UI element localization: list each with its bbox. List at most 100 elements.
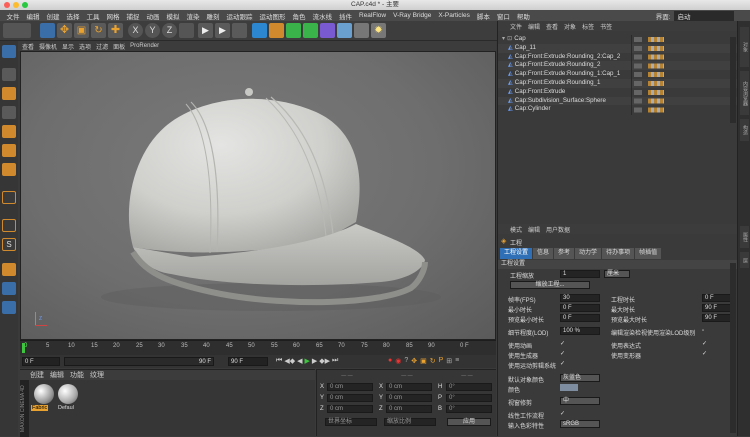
edges-mode-icon[interactable] bbox=[2, 144, 16, 157]
lod-field[interactable]: 100 % bbox=[560, 327, 600, 335]
prev-frame-icon[interactable]: ◀ bbox=[297, 357, 302, 365]
coord-size-field[interactable]: 0 cm bbox=[386, 383, 432, 391]
viewport-menu-filter[interactable]: 过滤 bbox=[96, 42, 108, 51]
coord-size-field[interactable]: 0 cm bbox=[386, 405, 432, 413]
coord-mode-select[interactable]: 世界坐标 bbox=[325, 418, 377, 426]
tweak-mode-icon[interactable] bbox=[2, 219, 16, 232]
render-settings-icon[interactable] bbox=[232, 23, 247, 38]
tab-project-settings[interactable]: 工程设置 bbox=[500, 248, 533, 259]
menu-edit[interactable]: 编辑 bbox=[23, 11, 43, 21]
camera-icon[interactable] bbox=[354, 23, 369, 38]
layout-select[interactable]: 启动 bbox=[674, 10, 734, 21]
next-frame-icon[interactable]: ▶ bbox=[312, 357, 317, 365]
coordinate-system-icon[interactable] bbox=[179, 23, 194, 38]
object-row[interactable]: ◭ Cap:Front:Extrude bbox=[498, 88, 738, 97]
menu-animate[interactable]: 动画 bbox=[143, 11, 163, 21]
position-key-icon[interactable]: ✥ bbox=[411, 357, 417, 365]
preview-min-field[interactable]: 0 F bbox=[560, 314, 600, 322]
menu-script[interactable]: 脚本 bbox=[473, 11, 493, 21]
menu-render[interactable]: 渲染 bbox=[183, 11, 203, 21]
recent-tools-icon[interactable]: ✚ bbox=[108, 23, 123, 38]
autokey-icon[interactable]: ◉ bbox=[395, 357, 401, 365]
play-icon[interactable]: ▶ bbox=[304, 357, 309, 365]
menu-plugins[interactable]: 插件 bbox=[336, 11, 356, 21]
edge-tab-attributes[interactable]: 属性 bbox=[740, 226, 749, 248]
object-row[interactable]: ◭ Cap:Cylinder bbox=[498, 105, 738, 114]
menu-create[interactable]: 创建 bbox=[43, 11, 63, 21]
z-axis-lock-icon[interactable]: Z bbox=[162, 23, 177, 38]
close-window-button[interactable] bbox=[4, 2, 10, 8]
frame-range-slider[interactable]: 90 F bbox=[64, 357, 214, 366]
deformer-icon[interactable] bbox=[320, 23, 335, 38]
pen-icon[interactable] bbox=[269, 23, 284, 38]
max-time-field[interactable]: 90 F bbox=[702, 304, 732, 312]
material-menu-create[interactable]: 创建 bbox=[30, 370, 44, 380]
object-row[interactable]: ◭ Cap:Front:Extrude:Rounding_2:Cap_2 bbox=[498, 53, 738, 62]
object-row[interactable]: ◭ Cap:Subdivision_Surface:Sphere bbox=[498, 96, 738, 106]
viewport-menu-cameras[interactable]: 摄像机 bbox=[39, 42, 57, 51]
object-menu-file[interactable]: 文件 bbox=[510, 22, 522, 31]
scale-icon[interactable]: ▣ bbox=[74, 23, 89, 38]
attr-menu-userdata[interactable]: 用户数据 bbox=[546, 225, 570, 234]
edge-tab-structure[interactable]: 构造 bbox=[740, 119, 749, 141]
viewport[interactable]: Z bbox=[20, 51, 496, 340]
param-key-icon[interactable]: P bbox=[439, 357, 444, 365]
edge-tab-layers[interactable]: 层 bbox=[740, 252, 749, 268]
keyframe-selection-icon[interactable]: ? bbox=[404, 357, 408, 365]
use-animation-checkbox[interactable]: ✓ bbox=[560, 341, 566, 347]
menu-select[interactable]: 选择 bbox=[63, 11, 83, 21]
material-tags[interactable] bbox=[648, 37, 664, 113]
menu-motion-tracking[interactable]: 运动跟踪 bbox=[223, 11, 256, 21]
project-scale-field[interactable]: 1 bbox=[560, 270, 600, 278]
menu-help[interactable]: 帮助 bbox=[513, 11, 533, 21]
object-menu-edit[interactable]: 编辑 bbox=[528, 22, 540, 31]
goto-end-icon[interactable]: ⏭ bbox=[332, 357, 338, 365]
coord-rot-field[interactable]: 0° bbox=[446, 383, 492, 391]
points-mode-icon[interactable] bbox=[2, 125, 16, 138]
input-color-profile-select[interactable]: sRGB bbox=[560, 420, 600, 428]
next-key-icon[interactable]: ◆▶ bbox=[319, 357, 330, 365]
menu-vray-bridge[interactable]: V-Ray Bridge bbox=[390, 12, 435, 19]
menu-window[interactable]: 窗口 bbox=[493, 11, 513, 21]
default-object-color-select[interactable]: 灰蓝色 bbox=[560, 374, 600, 382]
edge-tab-content-browser[interactable]: 内容浏览器 bbox=[740, 71, 749, 115]
preview-max-field[interactable]: 90 F bbox=[702, 314, 732, 322]
tab-reference[interactable]: 参考 bbox=[554, 248, 575, 259]
material-menu-texture[interactable]: 纹理 bbox=[90, 370, 104, 380]
planar-workplane-icon[interactable] bbox=[2, 282, 16, 295]
prev-key-icon[interactable]: ◀◆ bbox=[284, 357, 295, 365]
menu-mograph[interactable]: 运动图形 bbox=[256, 11, 289, 21]
coord-scale-mode-select[interactable]: 缩放比例 bbox=[384, 418, 436, 426]
goto-start-icon[interactable]: ⏮ bbox=[276, 357, 282, 365]
x-axis-lock-icon[interactable]: X bbox=[128, 23, 143, 38]
render-lod-checkbox[interactable]: ▫ bbox=[702, 328, 708, 334]
rotation-key-icon[interactable]: ↻ bbox=[430, 357, 436, 365]
start-frame-field[interactable]: 0 F bbox=[22, 357, 60, 366]
use-generators-checkbox[interactable]: ✓ bbox=[560, 351, 566, 357]
tab-todo[interactable]: 待办事项 bbox=[602, 248, 635, 259]
use-deformers-checkbox[interactable]: ✓ bbox=[702, 351, 708, 357]
use-expressions-checkbox[interactable]: ✓ bbox=[702, 341, 708, 347]
object-menu-bookmarks[interactable]: 书签 bbox=[600, 22, 612, 31]
floor-icon[interactable] bbox=[337, 23, 352, 38]
coord-pos-field[interactable]: 0 cm bbox=[327, 405, 373, 413]
polygons-mode-icon[interactable] bbox=[2, 163, 16, 176]
undo-redo-icon[interactable] bbox=[3, 23, 31, 38]
live-select-icon[interactable] bbox=[40, 23, 55, 38]
edge-tab-objects[interactable]: 对象 bbox=[740, 27, 749, 67]
menu-pipeline[interactable]: 流水线 bbox=[309, 11, 336, 21]
attr-menu-mode[interactable]: 模式 bbox=[510, 225, 522, 234]
material-menu-function[interactable]: 功能 bbox=[70, 370, 84, 380]
attr-menu-edit[interactable]: 编辑 bbox=[528, 225, 540, 234]
object-menu-tags[interactable]: 标签 bbox=[582, 22, 594, 31]
workplane-mode-icon[interactable] bbox=[2, 106, 16, 119]
color-swatch[interactable] bbox=[560, 384, 578, 391]
use-motion-system-checkbox[interactable]: ✓ bbox=[560, 361, 566, 367]
menu-realflow[interactable]: RealFlow bbox=[356, 12, 390, 19]
coord-pos-field[interactable]: 0 cm bbox=[327, 383, 373, 391]
viewport-menu-display[interactable]: 显示 bbox=[62, 42, 74, 51]
min-time-field[interactable]: 0 F bbox=[560, 304, 600, 312]
quantize-icon[interactable] bbox=[2, 301, 16, 314]
object-row[interactable]: ◭ Cap_11 bbox=[498, 43, 738, 53]
cube-icon[interactable] bbox=[252, 23, 267, 38]
